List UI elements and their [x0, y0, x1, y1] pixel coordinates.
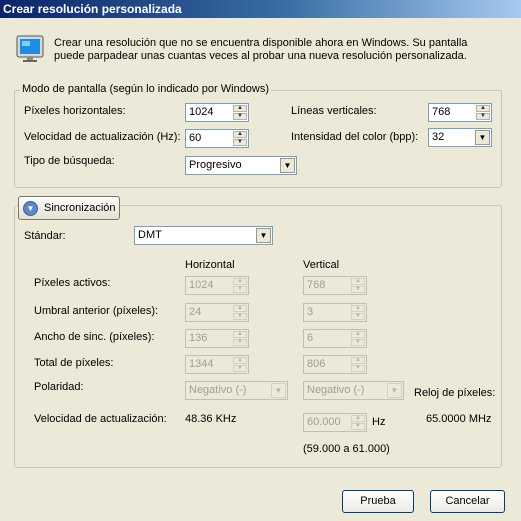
spin-down-icon: ▼	[233, 286, 247, 293]
color-depth-select[interactable]: 32 ▼	[428, 128, 492, 147]
spin-down-icon[interactable]: ▼	[233, 139, 247, 146]
h-pixels-spinner[interactable]: 1024 ▲ ▼	[185, 103, 249, 122]
spin-down-icon: ▼	[351, 365, 365, 372]
test-button[interactable]: Prueba	[342, 490, 414, 513]
vertical-refresh-spinner: 60.000 ▲ ▼	[303, 413, 367, 432]
color-depth-value: 32	[432, 131, 445, 143]
monitor-icon	[16, 35, 44, 62]
spin-up-icon: ▲	[233, 357, 247, 364]
intro-line-2: puede parpadear unas cuantas veces al pr…	[54, 50, 467, 62]
spin-down-icon: ▼	[351, 423, 365, 430]
vertical-refresh-unit: Hz	[372, 416, 386, 428]
display-mode-legend: Modo de pantalla (según lo indicado por …	[20, 83, 272, 95]
sync-width-h: 136 ▲ ▼	[185, 329, 249, 348]
refresh-spinner[interactable]: 60 ▲ ▼	[185, 129, 249, 148]
v-lines-value: 768	[432, 106, 451, 118]
spin-down-icon: ▼	[351, 313, 365, 320]
v-lines-label: Líneas verticales:	[291, 105, 377, 117]
window-title: Crear resolución personalizada	[0, 0, 521, 18]
spin-down-icon: ▼	[351, 339, 365, 346]
spin-down-icon: ▼	[233, 339, 247, 346]
front-porch-v-value: 3	[307, 306, 314, 318]
front-porch-v: 3 ▲ ▼	[303, 303, 367, 322]
spin-up-icon[interactable]: ▲	[233, 105, 247, 112]
active-pixels-v-value: 768	[307, 279, 326, 291]
horizontal-frequency-value: 48.36 KHz	[185, 413, 237, 425]
polarity-v-value: Negativo (-)	[307, 384, 365, 396]
chevron-down-icon: ▼	[271, 383, 286, 398]
spin-up-icon: ▲	[233, 305, 247, 312]
h-pixels-label: Píxeles horizontales:	[24, 105, 126, 117]
chevron-down-icon[interactable]: ▼	[256, 228, 271, 243]
scan-type-select[interactable]: Progresivo ▼	[185, 156, 297, 175]
spin-down-icon: ▼	[351, 286, 365, 293]
v-lines-spinner[interactable]: 768 ▲ ▼	[428, 103, 492, 122]
cancel-button[interactable]: Cancelar	[430, 490, 505, 513]
active-pixels-v: 768 ▲ ▼	[303, 276, 367, 295]
total-pixels-v-value: 806	[307, 358, 326, 370]
sync-width-h-value: 136	[189, 332, 208, 344]
standard-select[interactable]: DMT ▼	[134, 226, 273, 245]
sync-toggle-button[interactable]: ▼ Sincronización	[18, 196, 120, 220]
h-pixels-value: 1024	[189, 106, 214, 118]
intro-line-1: Crear una resolución que no se encuentra…	[54, 37, 468, 49]
spin-down-icon: ▼	[233, 365, 247, 372]
refresh-value: 60	[189, 132, 202, 144]
spin-up-icon: ▲	[351, 415, 365, 422]
active-pixels-h-value: 1024	[189, 279, 214, 291]
chevron-down-icon[interactable]: ▼	[475, 130, 490, 145]
polarity-h-select: Negativo (-) ▼	[185, 381, 288, 400]
col-vertical-header: Vertical	[303, 259, 340, 271]
spin-down-icon[interactable]: ▼	[233, 113, 247, 120]
spin-up-icon: ▲	[351, 278, 365, 285]
standard-value: DMT	[138, 229, 162, 241]
sync-width-v: 6 ▲ ▼	[303, 329, 367, 348]
spin-down-icon: ▼	[233, 313, 247, 320]
sync-width-v-value: 6	[307, 332, 314, 344]
total-pixels-label: Total de píxeles:	[34, 357, 114, 369]
total-pixels-h: 1344 ▲ ▼	[185, 355, 249, 374]
polarity-h-value: Negativo (-)	[189, 384, 247, 396]
polarity-label: Polaridad:	[34, 381, 84, 393]
active-pixels-h: 1024 ▲ ▼	[185, 276, 249, 295]
intro-text: Crear una resolución que no se encuentra…	[54, 37, 494, 63]
spin-up-icon: ▲	[351, 357, 365, 364]
chevron-down-icon[interactable]: ▼	[280, 158, 295, 173]
front-porch-h-value: 24	[189, 306, 202, 318]
collapse-chevron-icon: ▼	[23, 201, 38, 216]
front-porch-h: 24 ▲ ▼	[185, 303, 249, 322]
pixel-clock-label: Reloj de píxeles:	[414, 387, 496, 399]
standard-label: Stándar:	[24, 230, 66, 242]
spin-up-icon: ▲	[351, 305, 365, 312]
color-depth-label: Intensidad del color (bpp):	[291, 131, 419, 143]
col-horizontal-header: Horizontal	[185, 259, 235, 271]
scan-type-label: Tipo de búsqueda:	[24, 155, 115, 167]
total-pixels-h-value: 1344	[189, 358, 214, 370]
polarity-v-select: Negativo (-) ▼	[303, 381, 404, 400]
refresh-range-text: (59.000 a 61.000)	[303, 443, 390, 455]
spin-up-icon: ▲	[233, 278, 247, 285]
front-porch-label: Umbral anterior (píxeles):	[34, 305, 159, 317]
spin-up-icon: ▲	[351, 331, 365, 338]
sync-button-label: Sincronización	[44, 202, 116, 214]
refresh-label: Velocidad de actualización (Hz):	[24, 131, 181, 143]
refresh-rate-sync-label: Velocidad de actualización:	[34, 413, 167, 425]
vertical-refresh-value: 60.000	[307, 416, 341, 428]
spin-up-icon[interactable]: ▲	[476, 105, 490, 112]
spin-up-icon: ▲	[233, 331, 247, 338]
sync-width-label: Ancho de sinc. (píxeles):	[34, 331, 155, 343]
total-pixels-v: 806 ▲ ▼	[303, 355, 367, 374]
spin-up-icon[interactable]: ▲	[233, 131, 247, 138]
active-pixels-label: Píxeles activos:	[34, 277, 111, 289]
scan-type-value: Progresivo	[189, 159, 242, 171]
pixel-clock-value: 65.0000 MHz	[426, 413, 492, 425]
chevron-down-icon: ▼	[387, 383, 402, 398]
spin-down-icon[interactable]: ▼	[476, 113, 490, 120]
